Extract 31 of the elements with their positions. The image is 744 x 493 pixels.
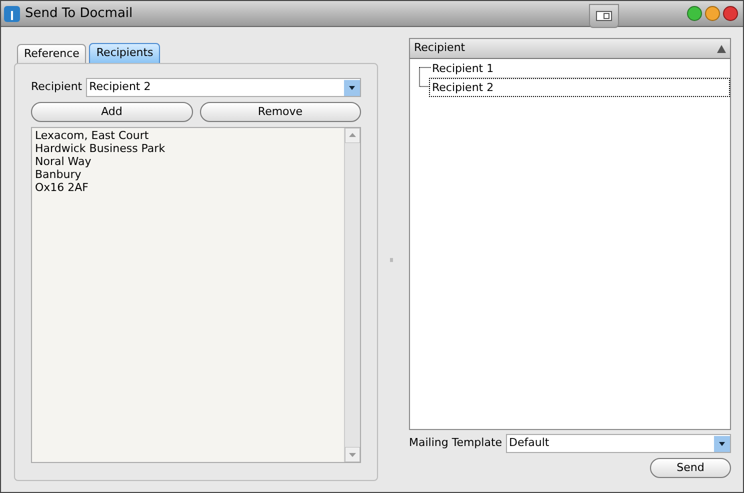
tree-item[interactable]: Recipient 2 xyxy=(429,78,730,97)
address-line: Ox16 2AF xyxy=(35,181,89,194)
address-line: Banbury xyxy=(35,168,82,181)
recipient-dropdown[interactable]: Recipient 2 xyxy=(86,78,361,97)
tab[interactable]: Reference xyxy=(17,44,86,64)
window-mode-icon xyxy=(596,11,612,21)
send-button[interactable]: Send xyxy=(650,458,731,478)
scrollbar[interactable] xyxy=(344,128,360,462)
column-header[interactable]: Recipient xyxy=(410,39,730,59)
address-line: Hardwick Business Park xyxy=(35,142,166,155)
address-line: Lexacom, East Court xyxy=(35,129,149,142)
add-button[interactable]: Add xyxy=(31,102,192,122)
window-title: Send To Docmail xyxy=(25,4,133,23)
remove-button[interactable]: Remove xyxy=(200,102,361,122)
tree-lines xyxy=(419,67,431,87)
close-button[interactable] xyxy=(723,6,738,21)
mailing-template-label: Mailing Template xyxy=(409,435,502,452)
address-line: Noral Way xyxy=(35,155,92,168)
app-icon xyxy=(4,6,20,22)
scroll-down-icon[interactable] xyxy=(345,447,360,462)
mailing-template-dropdown[interactable]: Default xyxy=(506,434,731,453)
window-mode-button[interactable] xyxy=(589,4,619,28)
maximize-button[interactable] xyxy=(687,6,702,21)
address-text-area[interactable]: Lexacom, East Court Hardwick Business Park Noral Way Banbury Ox16 2AF xyxy=(31,127,361,463)
splitter-handle[interactable] xyxy=(390,258,392,262)
sort-ascending-icon xyxy=(717,44,726,52)
tab[interactable]: Recipients xyxy=(89,43,160,64)
minimize-button[interactable] xyxy=(705,6,720,21)
tree-item[interactable]: Recipient 1 xyxy=(429,59,730,78)
scroll-up-icon[interactable] xyxy=(345,128,360,143)
recipient-label: Recipient xyxy=(31,79,82,96)
